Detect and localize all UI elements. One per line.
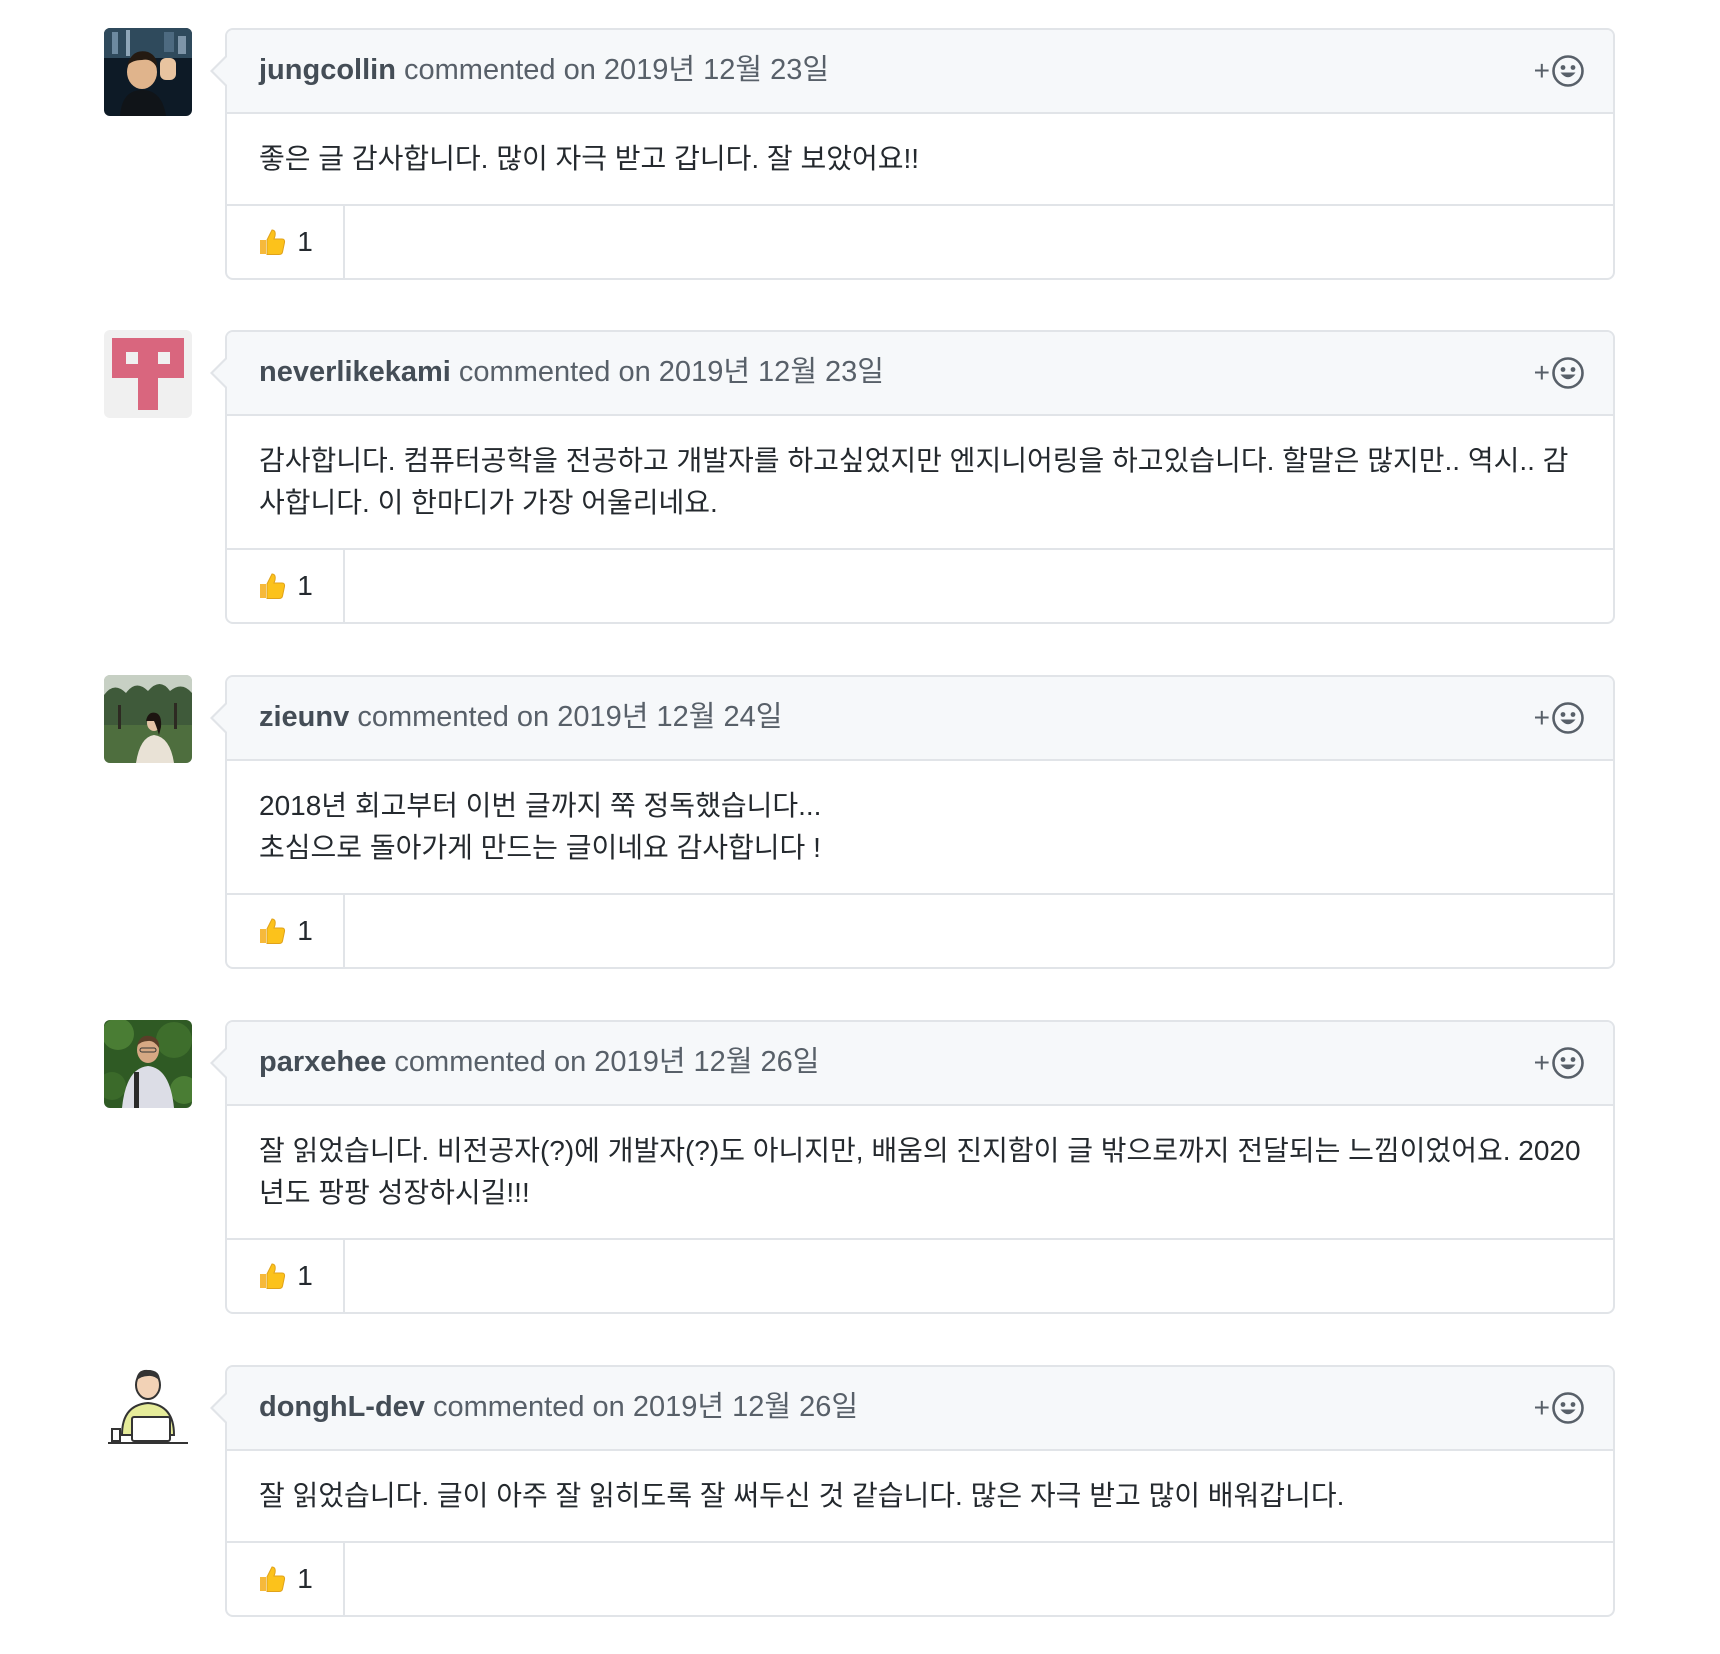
author-link[interactable]: donghL-dev — [259, 1391, 425, 1423]
comment-text: 2018년 회고부터 이번 글까지 쭉 정독했습니다... 초심으로 돌아가게 … — [259, 790, 822, 863]
avatar[interactable] — [104, 1365, 192, 1453]
comment-body: 감사합니다. 컴퓨터공학을 전공하고 개발자를 하고싶었지만 엔지니어링을 하고… — [227, 416, 1613, 548]
smiley-icon — [1551, 701, 1585, 735]
reactions-bar: 1 — [227, 893, 1613, 967]
reaction-count: 1 — [297, 226, 313, 257]
plus-icon: + — [1533, 702, 1550, 733]
author-link[interactable]: neverlikekami — [259, 356, 451, 388]
add-reaction-button[interactable]: + — [1534, 699, 1585, 737]
add-reaction-button[interactable]: + — [1534, 354, 1585, 392]
comment-body: 좋은 글 감사합니다. 많이 자극 받고 갑니다. 잘 보았어요!! — [227, 114, 1613, 204]
thumbs-up-icon — [257, 916, 287, 946]
thumbs-up-reaction[interactable]: 1 — [227, 1240, 345, 1312]
reactions-bar: 1 — [227, 204, 1613, 278]
reaction-count: 1 — [297, 1260, 313, 1291]
comment-header: parxehee commented on 2019년 12월 26일 + — [227, 1022, 1613, 1106]
comment-header: zieunv commented on 2019년 12월 24일 + — [227, 677, 1613, 761]
add-reaction-button[interactable]: + — [1534, 52, 1585, 90]
comment-box: jungcollin commented on 2019년 12월 23일 + … — [210, 28, 1615, 280]
plus-icon: + — [1533, 1392, 1550, 1423]
comment-body: 2018년 회고부터 이번 글까지 쭉 정독했습니다... 초심으로 돌아가게 … — [227, 761, 1613, 893]
thumbs-up-reaction[interactable]: 1 — [227, 550, 345, 622]
comment-box: zieunv commented on 2019년 12월 24일 + 2018… — [210, 675, 1615, 969]
avatar[interactable] — [104, 675, 192, 763]
author-link[interactable]: zieunv — [259, 701, 349, 733]
comment-header: neverlikekami commented on 2019년 12월 23일… — [227, 332, 1613, 416]
comment-meta[interactable]: commented on 2019년 12월 23일 — [404, 54, 829, 86]
comment-meta[interactable]: commented on 2019년 12월 24일 — [357, 701, 782, 733]
thumbs-up-icon — [257, 1261, 287, 1291]
thumbs-up-icon — [257, 1564, 287, 1594]
comment-box: parxehee commented on 2019년 12월 26일 + 잘 … — [210, 1020, 1615, 1314]
author-link[interactable]: parxehee — [259, 1046, 386, 1078]
comment-text: 감사합니다. 컴퓨터공학을 전공하고 개발자를 하고싶었지만 엔지니어링을 하고… — [259, 445, 1569, 518]
author-link[interactable]: jungcollin — [259, 54, 396, 86]
comment-meta[interactable]: commented on 2019년 12월 26일 — [433, 1391, 858, 1423]
smiley-icon — [1551, 54, 1585, 88]
comment-text: 잘 읽었습니다. 비전공자(?)에 개발자(?)도 아니지만, 배움의 진지함이… — [259, 1135, 1581, 1208]
add-reaction-button[interactable]: + — [1534, 1044, 1585, 1082]
thumbs-up-reaction[interactable]: 1 — [227, 1543, 345, 1615]
reactions-bar: 1 — [227, 548, 1613, 622]
thumbs-up-icon — [257, 571, 287, 601]
comment-box: donghL-dev commented on 2019년 12월 26일 + … — [210, 1365, 1615, 1617]
reactions-bar: 1 — [227, 1238, 1613, 1312]
smiley-icon — [1551, 1046, 1585, 1080]
comment-box: neverlikekami commented on 2019년 12월 23일… — [210, 330, 1615, 624]
smiley-icon — [1551, 1391, 1585, 1425]
avatar[interactable] — [104, 330, 192, 418]
avatar[interactable] — [104, 28, 192, 116]
comment-body: 잘 읽었습니다. 글이 아주 잘 읽히도록 잘 써두신 것 같습니다. 많은 자… — [227, 1451, 1613, 1541]
reaction-count: 1 — [297, 570, 313, 601]
thumbs-up-reaction[interactable]: 1 — [227, 895, 345, 967]
thumbs-up-reaction[interactable]: 1 — [227, 206, 345, 278]
comment-text: 좋은 글 감사합니다. 많이 자극 받고 갑니다. 잘 보았어요!! — [259, 143, 920, 174]
plus-icon: + — [1533, 55, 1550, 86]
add-reaction-button[interactable]: + — [1534, 1389, 1585, 1427]
comment-text: 잘 읽었습니다. 글이 아주 잘 읽히도록 잘 써두신 것 같습니다. 많은 자… — [259, 1480, 1345, 1511]
comment-body: 잘 읽었습니다. 비전공자(?)에 개발자(?)도 아니지만, 배움의 진지함이… — [227, 1106, 1613, 1238]
reaction-count: 1 — [297, 915, 313, 946]
comment-header: jungcollin commented on 2019년 12월 23일 + — [227, 30, 1613, 114]
comment-meta[interactable]: commented on 2019년 12월 23일 — [459, 356, 884, 388]
reaction-count: 1 — [297, 1563, 313, 1594]
comment-meta[interactable]: commented on 2019년 12월 26일 — [394, 1046, 819, 1078]
smiley-icon — [1551, 356, 1585, 390]
thumbs-up-icon — [257, 227, 287, 257]
comment-header: donghL-dev commented on 2019년 12월 26일 + — [227, 1367, 1613, 1451]
plus-icon: + — [1533, 1047, 1550, 1078]
plus-icon: + — [1533, 357, 1550, 388]
avatar[interactable] — [104, 1020, 192, 1108]
reactions-bar: 1 — [227, 1541, 1613, 1615]
